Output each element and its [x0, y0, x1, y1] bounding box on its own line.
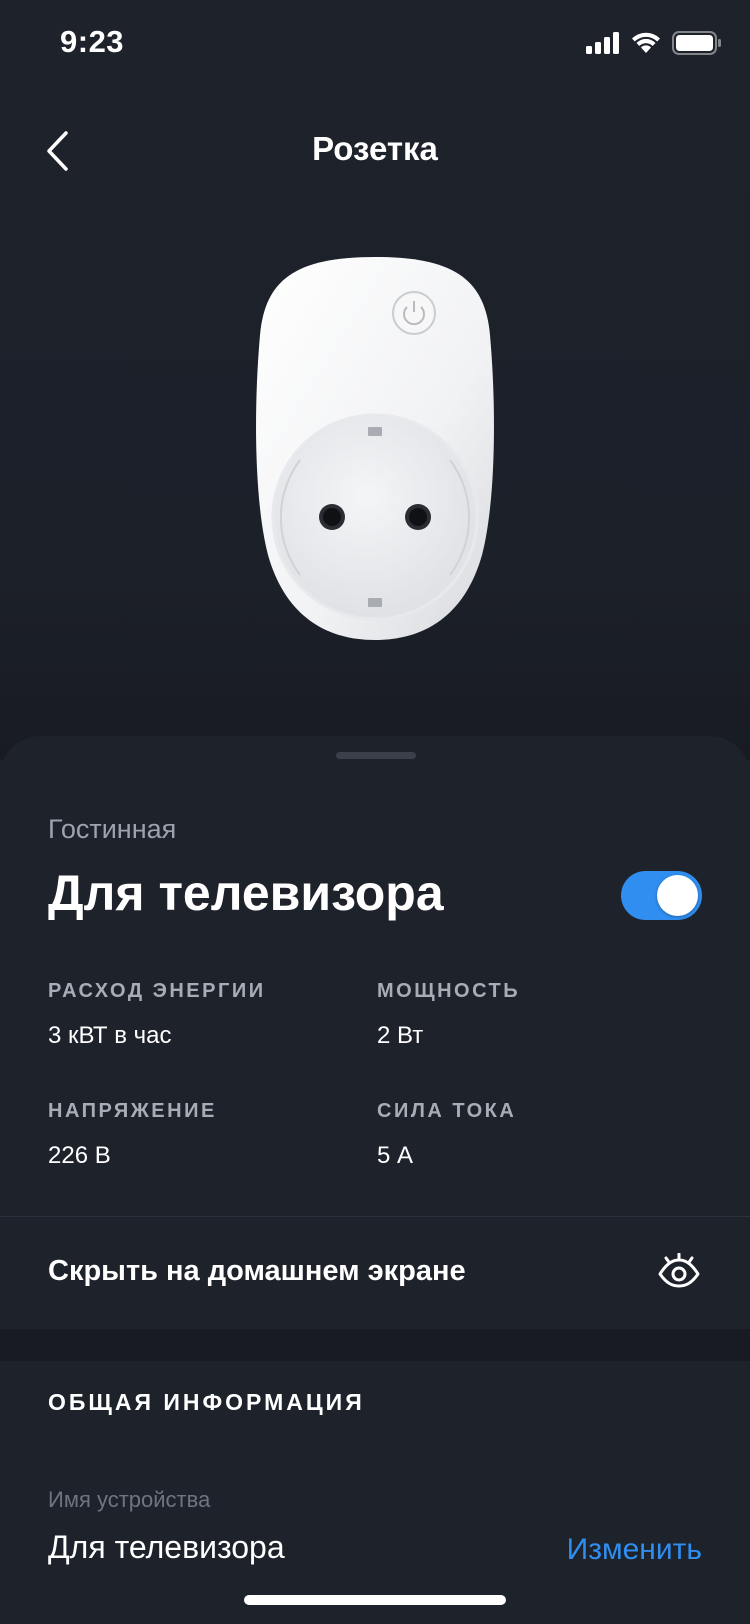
home-indicator: [244, 1595, 506, 1605]
cellular-signal-icon: [586, 32, 619, 54]
metric-label-current: СИЛА ТОКА: [377, 1100, 517, 1122]
metric-label-power: МОЩНОСТЬ: [377, 980, 521, 1002]
smart-plug-image: [256, 257, 494, 640]
metric-label-voltage: НАПРЯЖЕНИЕ: [48, 1100, 217, 1122]
metric-value-power: 2 Вт: [377, 1022, 424, 1049]
metric-value-voltage: 226 В: [48, 1142, 111, 1169]
wifi-icon: [632, 32, 660, 53]
power-toggle[interactable]: [621, 871, 702, 920]
device-details-sheet: Гостинная Для телевизора РАСХОД ЭНЕРГИИ …: [0, 736, 750, 1329]
hide-on-home-row[interactable]: Скрыть на домашнем экране: [0, 1217, 750, 1329]
eye-icon[interactable]: [658, 1253, 700, 1289]
page-title: Розетка: [312, 130, 438, 167]
status-time: 9:23: [60, 24, 125, 59]
general-info-section: ОБЩАЯ ИНФОРМАЦИЯ Имя устройства Для теле…: [0, 1361, 750, 1624]
room-label: Гостинная: [48, 814, 177, 844]
metric-label-energy: РАСХОД ЭНЕРГИИ: [48, 980, 266, 1002]
sheet-drag-handle[interactable]: [336, 752, 416, 759]
metric-value-energy: 3 кВТ в час: [48, 1022, 172, 1049]
hide-on-home-label: Скрыть на домашнем экране: [48, 1255, 466, 1287]
status-bar: 9:23: [0, 0, 750, 90]
section-title: ОБЩАЯ ИНФОРМАЦИЯ: [48, 1389, 365, 1415]
metric-value-current: 5 А: [377, 1142, 414, 1169]
toggle-knob: [657, 875, 698, 916]
section-separator: [0, 1329, 750, 1361]
device-name-value: Для телевизора: [48, 1529, 285, 1565]
device-title: Для телевизора: [48, 865, 444, 921]
nav-bar: Розетка: [0, 110, 750, 190]
edit-name-button[interactable]: Изменить: [567, 1533, 702, 1567]
battery-icon: [672, 31, 721, 55]
device-name-label: Имя устройства: [48, 1487, 211, 1512]
